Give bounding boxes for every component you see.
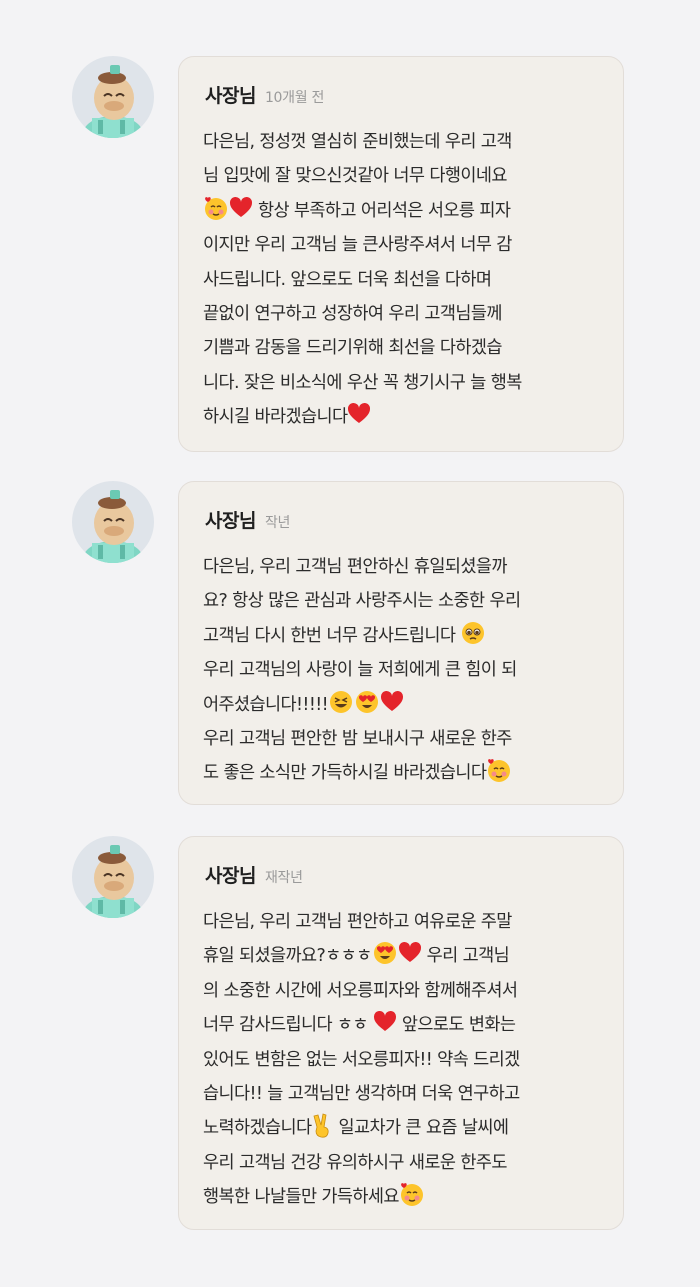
red-heart-icon [373,1010,397,1034]
smiling-hearts-emoji-icon [486,757,512,783]
reply-line: 이지만 우리 고객님 늘 큰사랑주셔서 너무 감 [203,235,512,256]
red-heart-icon [398,941,422,965]
reply-line: 요? 항상 많은 관심과 사랑주시는 소중한 우리 [203,591,521,612]
owner-avatar [72,836,154,918]
reply-line: 있어도 변함은 없는 서오릉피자!! 약속 드리겠 [203,1049,520,1070]
reply-time: 10개월 전 [264,90,325,106]
reply-line: 끝없이 연구하고 성장하여 우리 고객님들께 [203,303,502,324]
reply-line: 휴일 되셨을까요?ㅎㅎㅎ [203,946,372,967]
reply-line: 님 입맛에 잘 맞으신것같아 너무 다행이네요 [203,166,507,187]
reply-bubble: 사장님 재작년 다은님, 우리 고객님 편안하고 여유로운 주말 휴일 되셨을까… [178,836,624,1230]
reply-line: 습니다!! 늘 고객님만 생각하며 더욱 연구하고 [203,1083,520,1104]
victory-hand-emoji-icon [312,1112,334,1138]
pleading-face-emoji-icon [460,620,486,646]
reply-line: 사드립니다. 앞으로도 더욱 최선을 다하며 [203,269,492,290]
reply-line: 우리 고객님 [421,946,510,967]
reply-text: 다은님, 정성껏 열심히 준비했는데 우리 고객 님 입맛에 잘 맞으신것같아 … [203,125,613,435]
reply-line: 다은님, 우리 고객님 편안하고 여유로운 주말 [203,912,512,932]
grinning-squint-emoji-icon [328,689,354,715]
red-heart-icon [380,690,404,714]
reply-line: 앞으로도 변화는 [396,1015,516,1036]
reply-text: 다은님, 우리 고객님 편안하고 여유로운 주말 휴일 되셨을까요?ㅎㅎㅎ 우리… [203,905,613,1215]
reply-line: 어주셨습니다!!!!! [203,694,329,715]
heart-eyes-emoji-icon [354,689,380,715]
reply-bubble: 사장님 작년 다은님, 우리 고객님 편안하신 휴일되셨을까 요? 항상 많은 … [178,481,624,805]
reply-line: 니다. 잦은 비소식에 우산 꼭 챙기시구 늘 행복 [203,372,522,393]
reply-time: 재작년 [264,870,303,886]
reply-line: 기쁨과 감동을 드리기위해 최선을 다하겠습 [203,338,502,359]
owner-avatar [72,56,154,138]
red-heart-icon [347,402,371,426]
red-heart-icon [229,196,253,220]
owner-name: 사장님 [205,510,256,532]
smiling-hearts-emoji-icon [399,1181,425,1207]
reply-line: 일교차가 큰 요즘 날씨에 [333,1118,509,1139]
reply-line: 다은님, 우리 고객님 편안하신 휴일되셨을까 [203,557,507,577]
heart-eyes-emoji-icon [372,940,398,966]
reply-time: 작년 [264,515,291,531]
reply-line: 의 소중한 시간에 서오릉피자와 함께해주셔서 [203,980,518,1001]
reply-line: 너무 감사드립니다 ㅎㅎ [203,1015,373,1036]
reply-line: 우리 고객님의 사랑이 늘 저희에게 큰 힘이 되 [203,660,517,681]
smiling-hearts-emoji-icon [203,195,229,221]
reply-line: 다은님, 정성껏 열심히 준비했는데 우리 고객 [203,132,512,152]
reply-line: 하시길 바라겠습니다 [203,407,348,428]
reply-line: 행복한 나날들만 가득하세요 [203,1187,400,1208]
reply-line: 우리 고객님 건강 유의하시구 새로운 한주도 [203,1152,507,1173]
owner-avatar [72,481,154,563]
reply-line: 우리 고객님 편안한 밤 보내시구 새로운 한주 [203,728,512,749]
reply-text: 다은님, 우리 고객님 편안하신 휴일되셨을까 요? 항상 많은 관심과 사랑주… [203,550,613,791]
owner-name: 사장님 [205,865,256,887]
reply-line: 항상 부족하고 어리석은 서오릉 피자 [253,200,511,221]
reply-line: 고객님 다시 한번 너무 감사드립니다 [203,625,461,646]
owner-name: 사장님 [205,85,256,107]
reply-line: 도 좋은 소식만 가득하시길 바라겠습니다 [203,763,487,784]
reply-line: 노력하겠습니다 [203,1118,312,1139]
reply-bubble: 사장님 10개월 전 다은님, 정성껏 열심히 준비했는데 우리 고객 님 입맛… [178,56,624,452]
